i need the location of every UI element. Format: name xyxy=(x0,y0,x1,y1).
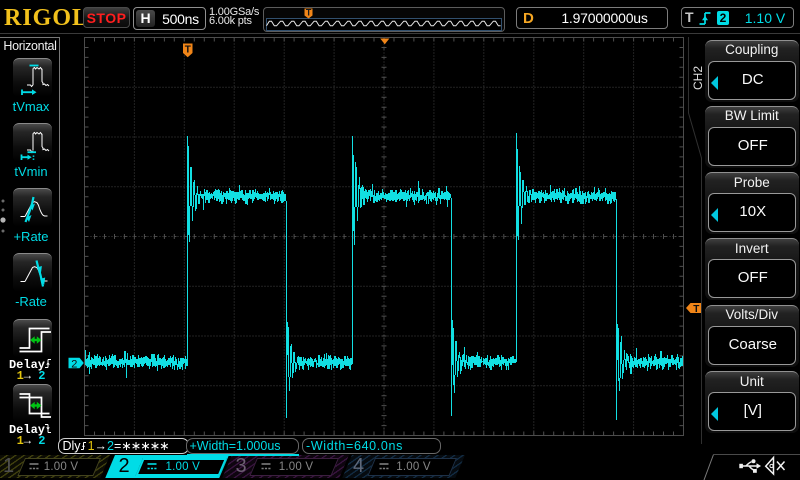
svg-text:2: 2 xyxy=(71,358,77,370)
svg-text:T: T xyxy=(185,45,191,56)
svg-text:CH2: CH2 xyxy=(691,66,705,90)
